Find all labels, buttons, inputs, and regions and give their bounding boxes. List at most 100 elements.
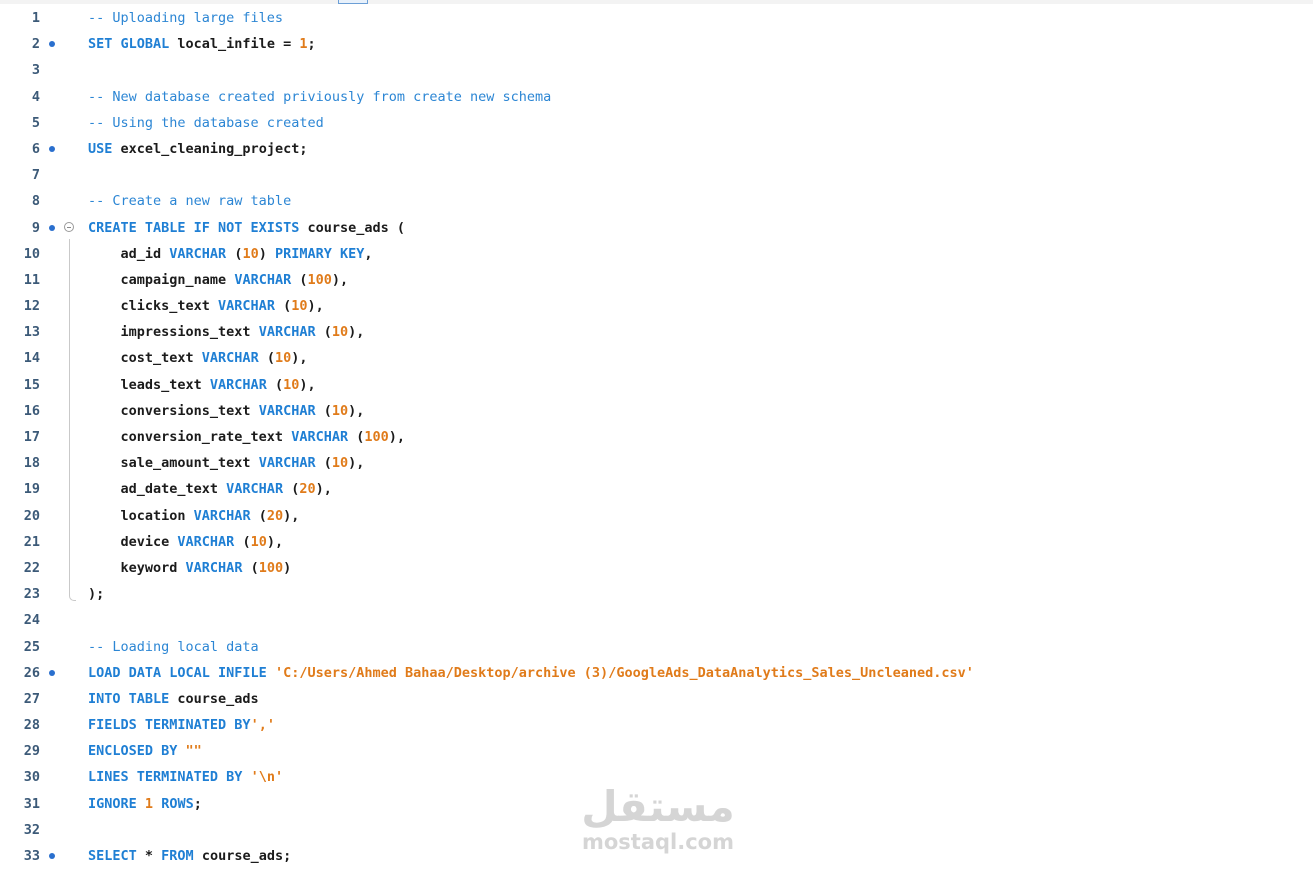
- code-text: conversion_rate_text VARCHAR (100),: [88, 424, 406, 450]
- code-line[interactable]: 9 CREATE TABLE IF NOT EXISTS course_ads (: [0, 215, 1313, 241]
- code-token: ),: [388, 429, 406, 445]
- code-token: cost_text: [88, 350, 202, 367]
- code-token: LINES TERMINATED BY: [88, 769, 243, 786]
- code-text: clicks_text VARCHAR (10),: [88, 293, 324, 319]
- code-line[interactable]: 4 -- New database created priviously from…: [0, 84, 1313, 110]
- code-line[interactable]: 23);: [0, 581, 1313, 607]
- code-text: location VARCHAR (20),: [88, 503, 300, 529]
- code-line[interactable]: 2 SET GLOBAL local_infile = 1;: [0, 31, 1313, 57]
- code-token: VARCHAR: [209, 376, 267, 393]
- code-token: -- Uploading large files: [88, 10, 284, 26]
- line-number: 7: [31, 167, 40, 184]
- code-line[interactable]: 15 leads_text VARCHAR (10),: [0, 372, 1313, 398]
- editor-tab-indicator[interactable]: [338, 0, 368, 4]
- code-token: CREATE TABLE IF NOT EXISTS: [88, 219, 300, 236]
- code-line[interactable]: 8 -- Create a new raw table: [0, 188, 1313, 214]
- code-line[interactable]: 22 keyword VARCHAR (100): [0, 555, 1313, 581]
- code-line[interactable]: 10 ad_id VARCHAR (10) PRIMARY KEY,: [0, 241, 1313, 267]
- code-text: -- Create a new raw table: [88, 188, 291, 214]
- code-token: ),: [307, 298, 324, 315]
- statement-marker-icon[interactable]: [49, 224, 55, 231]
- code-line[interactable]: 25 -- Loading local data: [0, 634, 1313, 660]
- code-token: ),: [283, 507, 300, 524]
- code-line[interactable]: 30 LINES TERMINATED BY '\n': [0, 764, 1313, 790]
- code-token: (: [315, 402, 332, 419]
- code-text: LINES TERMINATED BY '\n': [88, 764, 283, 790]
- code-token: ;: [307, 36, 316, 53]
- code-line[interactable]: 28 FIELDS TERMINATED BY',': [0, 712, 1313, 738]
- code-token: ),: [348, 455, 365, 472]
- statement-marker-icon[interactable]: [49, 669, 55, 676]
- code-line[interactable]: 26 LOAD DATA LOCAL INFILE 'C:/Users/Ahmed…: [0, 660, 1313, 686]
- line-number: 23: [23, 586, 40, 603]
- code-token: conversions_text: [88, 402, 259, 419]
- code-token: keyword: [88, 559, 186, 576]
- code-line[interactable]: 31 IGNORE 1 ROWS;: [0, 791, 1313, 817]
- code-token: '\n': [250, 769, 284, 786]
- code-token: clicks_text: [88, 298, 219, 315]
- code-token: ;: [193, 795, 202, 812]
- line-number: 11: [23, 271, 40, 288]
- code-line[interactable]: 18 sale_amount_text VARCHAR (10),: [0, 450, 1313, 476]
- code-line[interactable]: 19 ad_date_text VARCHAR (20),: [0, 476, 1313, 502]
- code-line[interactable]: 5 -- Using the database created: [0, 110, 1313, 136]
- code-line[interactable]: 14 cost_text VARCHAR (10),: [0, 345, 1313, 371]
- code-token: 1: [144, 795, 154, 812]
- fold-collapse-icon[interactable]: [64, 221, 74, 232]
- code-line[interactable]: 6 USE excel_cleaning_project;: [0, 136, 1313, 162]
- code-token: VARCHAR: [201, 350, 259, 367]
- code-line[interactable]: 7: [0, 162, 1313, 188]
- code-token: local_infile =: [169, 36, 300, 53]
- code-token: conversion_rate_text: [88, 429, 292, 445]
- code-line[interactable]: 17 conversion_rate_text VARCHAR (100),: [0, 424, 1313, 450]
- code-line[interactable]: 11 campaign_name VARCHAR (100),: [0, 267, 1313, 293]
- code-line[interactable]: 20 location VARCHAR (20),: [0, 503, 1313, 529]
- code-line[interactable]: 24: [0, 607, 1313, 633]
- code-token: campaign_name: [88, 271, 235, 288]
- code-token: VARCHAR: [234, 271, 292, 288]
- code-text: conversions_text VARCHAR (10),: [88, 398, 365, 424]
- line-number: 22: [23, 559, 40, 576]
- code-token: VARCHAR: [258, 324, 316, 341]
- code-token: SELECT: [88, 848, 137, 864]
- statement-marker-icon[interactable]: [49, 145, 55, 152]
- code-line[interactable]: 21 device VARCHAR (10),: [0, 529, 1313, 555]
- code-token: ),: [331, 271, 349, 288]
- code-token: VARCHAR: [169, 245, 227, 262]
- line-number: 4: [31, 88, 40, 105]
- code-token: (: [226, 245, 243, 262]
- code-text: SELECT * FROM course_ads;: [88, 843, 291, 869]
- code-text: impressions_text VARCHAR (10),: [88, 319, 365, 345]
- code-line[interactable]: 27 INTO TABLE course_ads: [0, 686, 1313, 712]
- line-number: 29: [23, 743, 40, 760]
- code-text: LOAD DATA LOCAL INFILE 'C:/Users/Ahmed B…: [88, 660, 974, 686]
- code-token: 10: [274, 350, 292, 367]
- code-token: ad_id: [88, 245, 170, 262]
- code-line[interactable]: 12 clicks_text VARCHAR (10),: [0, 293, 1313, 319]
- code-line[interactable]: 16 conversions_text VARCHAR (10),: [0, 398, 1313, 424]
- code-text: CREATE TABLE IF NOT EXISTS course_ads (: [88, 215, 405, 241]
- statement-marker-icon[interactable]: [49, 41, 55, 48]
- code-token: VARCHAR: [177, 533, 235, 550]
- code-line[interactable]: 3: [0, 57, 1313, 83]
- code-token: -- Using the database created: [88, 114, 324, 131]
- code-text: USE excel_cleaning_project;: [88, 136, 307, 162]
- statement-marker-icon[interactable]: [49, 853, 55, 859]
- code-line[interactable]: 13 impressions_text VARCHAR (10),: [0, 319, 1313, 345]
- code-token: 10: [331, 402, 349, 419]
- code-line[interactable]: 33 SELECT * FROM course_ads;: [0, 843, 1313, 869]
- code-token: impressions_text: [88, 324, 259, 341]
- code-token: (: [283, 481, 300, 498]
- code-token: course_ads (: [299, 219, 405, 236]
- code-line[interactable]: 29 ENCLOSED BY "": [0, 738, 1313, 764]
- code-line[interactable]: 32: [0, 817, 1313, 843]
- line-number: 24: [23, 612, 40, 629]
- line-number: 9: [31, 219, 40, 236]
- code-token: ),: [315, 481, 332, 498]
- code-token: ,: [364, 245, 373, 262]
- code-token: -- Loading local data: [88, 638, 259, 655]
- sql-editor[interactable]: 1 -- Uploading large files 2 SET GLOBAL loc…: [0, 5, 1313, 869]
- code-line[interactable]: 1 -- Uploading large files: [0, 5, 1313, 31]
- code-text: ad_id VARCHAR (10) PRIMARY KEY,: [88, 241, 373, 267]
